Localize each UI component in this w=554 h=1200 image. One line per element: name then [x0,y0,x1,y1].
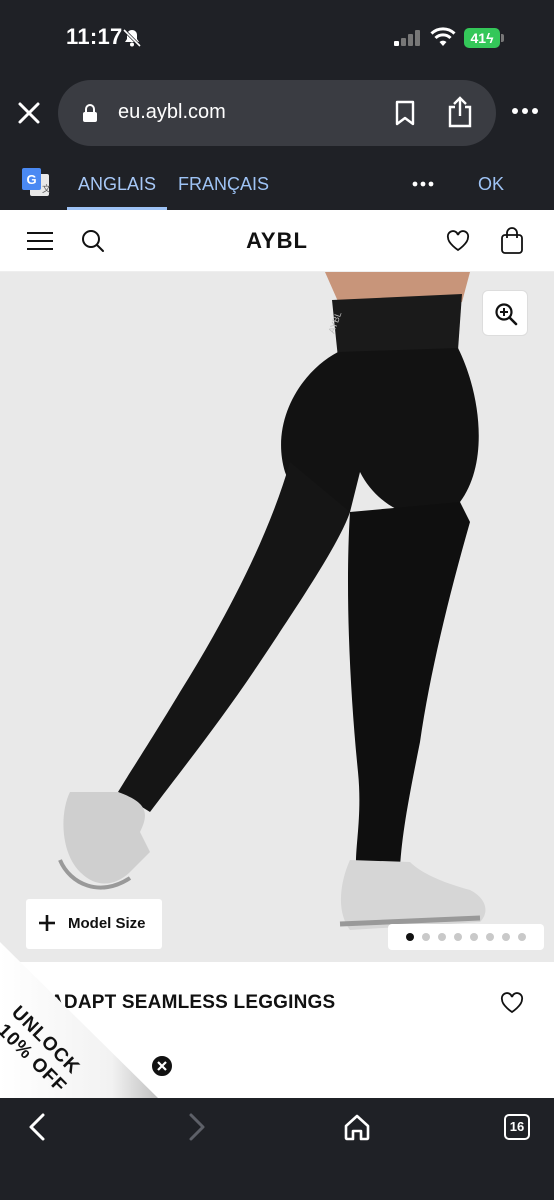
gallery-pagination [388,924,544,950]
gallery-dot[interactable] [454,933,462,941]
bag-icon[interactable] [500,227,524,255]
heart-icon[interactable] [446,230,470,252]
gallery-dot[interactable] [406,933,414,941]
address-bar[interactable]: eu.aybl.com [58,80,496,146]
battery-level: 41ϟ [464,28,500,48]
svg-text:G: G [26,172,36,187]
battery-percent: 41 [470,30,487,46]
signal-icon [394,30,420,46]
gallery-dot[interactable] [486,933,494,941]
tabs-icon[interactable]: 16 [504,1114,530,1140]
status-bar: 11:17 41ϟ [0,0,554,78]
lock-icon [83,104,97,122]
translate-bar: G 文 ANGLAIS FRANÇAIS OK [0,160,554,210]
unlock-discount-tab[interactable]: UNLOCK 10% OFF [0,942,160,1100]
forward-icon[interactable] [186,1112,208,1142]
browser-toolbar: 16 [0,1098,554,1200]
product-photo: AYBL [0,272,554,962]
home-icon[interactable] [342,1112,372,1142]
close-icon [157,1061,167,1071]
translate-ok-button[interactable]: OK [478,174,504,195]
more-icon[interactable] [510,104,540,118]
share-icon[interactable] [446,96,474,128]
zoom-button[interactable] [482,290,528,336]
wishlist-heart-icon[interactable] [500,992,524,1014]
google-translate-icon: G 文 [22,168,50,196]
site-logo[interactable]: AYBL [0,228,554,254]
close-icon[interactable] [16,100,42,126]
browser-url-row: eu.aybl.com [0,78,554,160]
translate-source-lang[interactable]: ANGLAIS [78,174,156,195]
bookmark-icon[interactable] [394,100,416,126]
gallery-dot[interactable] [502,933,510,941]
translate-more-icon[interactable] [412,180,434,188]
site-header: AYBL [0,210,554,272]
battery-charging-icon: 41ϟ [464,28,504,48]
model-size-label: Model Size [68,915,146,932]
gallery-dot[interactable] [518,933,526,941]
zoom-in-icon [495,303,518,326]
wifi-icon [430,27,456,46]
bolt-glyph: ϟ [486,30,494,46]
translate-target-lang[interactable]: FRANÇAIS [178,174,269,195]
plus-icon [39,915,55,931]
back-icon[interactable] [26,1112,48,1142]
gallery-dot[interactable] [438,933,446,941]
gallery-dot[interactable] [470,933,478,941]
gallery-dot[interactable] [422,933,430,941]
svg-text:文: 文 [42,183,50,195]
bell-slash-icon [122,28,142,48]
url-text[interactable]: eu.aybl.com [118,101,226,124]
promo-close-button[interactable] [150,1054,174,1078]
product-image[interactable]: AYBL Model Size [0,272,554,962]
status-time: 11:17 [66,24,123,49]
